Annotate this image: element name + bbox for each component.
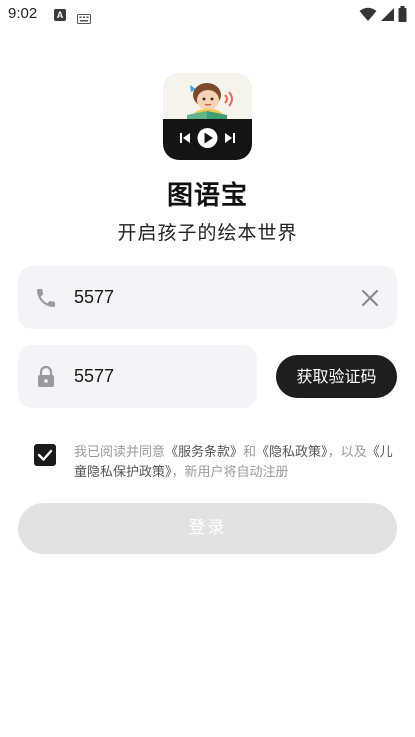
verification-code-field[interactable]: 5577 <box>18 345 257 408</box>
status-bar: 9:02 A <box>0 0 415 30</box>
app-subtitle: 开启孩子的绘本世界 <box>117 222 298 244</box>
input-method-icon: A <box>54 9 66 21</box>
lock-icon <box>34 365 58 389</box>
player-controls-icon <box>180 128 235 148</box>
app-logo <box>163 73 252 160</box>
get-code-button[interactable]: 获取验证码 <box>276 355 397 398</box>
verification-code-input[interactable]: 5577 <box>74 366 114 387</box>
wifi-icon <box>359 7 377 21</box>
phone-icon <box>34 286 58 310</box>
phone-input[interactable]: 5577 <box>74 287 114 308</box>
agreement-text: 我已阅读并同意《服务条款》和《隐私政策》，以及《儿童隐私保护政策》，新用户将自动… <box>74 443 399 483</box>
privacy-policy-link[interactable]: 《隐私政策》 <box>256 445 328 460</box>
app-title: 图语宝 <box>166 181 248 211</box>
close-icon[interactable] <box>361 289 379 307</box>
checkmark-icon <box>37 449 53 461</box>
battery-icon <box>398 6 407 22</box>
agreement-prefix: 我已阅读并同意 <box>74 445 166 460</box>
status-icons <box>359 6 407 22</box>
agreement-and: 和 <box>243 445 257 460</box>
agreement-suffix: ，新用户将自动注册 <box>171 465 289 480</box>
agreement-checkbox[interactable] <box>34 444 56 466</box>
phone-field[interactable]: 5577 <box>18 266 397 329</box>
keyboard-icon <box>77 9 91 28</box>
agreement-also: ，以及 <box>327 445 367 460</box>
status-time: 9:02 <box>8 5 38 22</box>
terms-of-service-link[interactable]: 《服务条款》 <box>165 445 243 460</box>
login-button[interactable]: 登录 <box>18 503 397 554</box>
signal-icon <box>381 7 394 21</box>
